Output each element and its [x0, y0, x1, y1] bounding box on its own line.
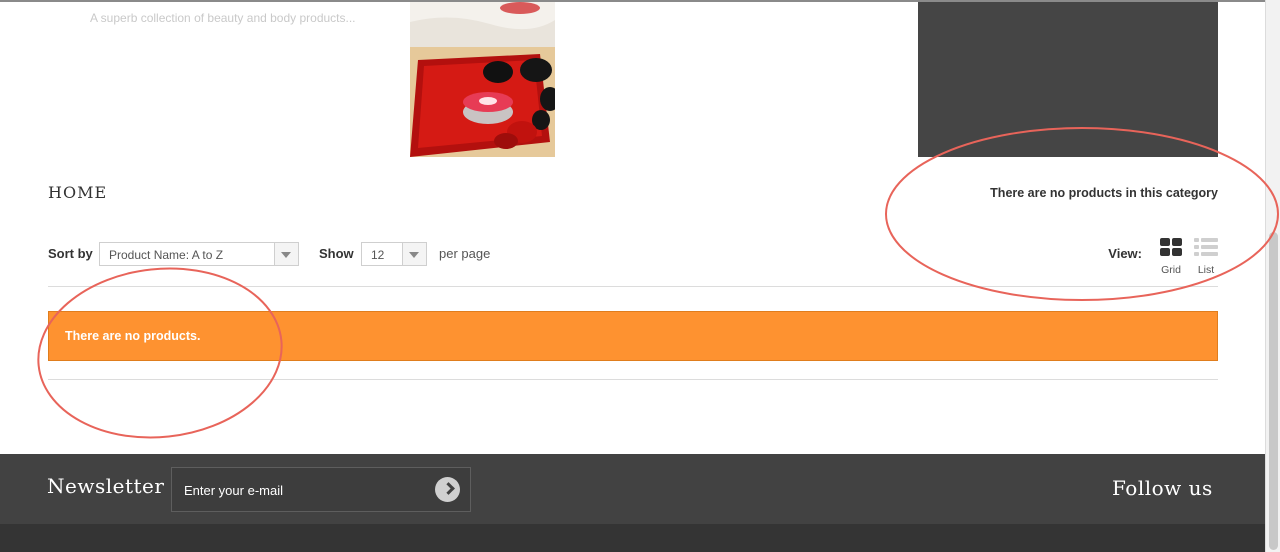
- list-view-icon: [1194, 238, 1218, 257]
- footer: Newsletter Follow us: [0, 454, 1266, 552]
- grid-view-label: Grid: [1161, 264, 1181, 276]
- newsletter-title: Newsletter: [47, 474, 165, 498]
- sort-by-select[interactable]: Product Name: A to Z: [99, 242, 299, 266]
- spa-banner-image[interactable]: [410, 2, 555, 157]
- list-view-label: List: [1197, 264, 1215, 276]
- chevron-down-icon[interactable]: [402, 243, 426, 265]
- site-tagline: A superb collection of beauty and body p…: [90, 11, 356, 25]
- divider: [48, 379, 1218, 380]
- sort-by-value: Product Name: A to Z: [109, 248, 224, 262]
- alert-message: There are no products.: [65, 329, 201, 343]
- no-products-alert: There are no products.: [48, 311, 1218, 361]
- arrow-right-circle-icon[interactable]: [435, 477, 460, 502]
- product-toolbar: Sort by Product Name: A to Z Show 12 per…: [48, 238, 1218, 276]
- category-empty-message: There are no products in this category: [990, 186, 1218, 200]
- newsletter-form: [171, 467, 471, 512]
- dark-banner: [918, 2, 1218, 157]
- page-scrollbar[interactable]: [1265, 0, 1280, 552]
- breadcrumb-home[interactable]: HOME: [48, 183, 107, 202]
- grid-view-icon: [1160, 238, 1182, 257]
- grid-view-button[interactable]: Grid: [1158, 238, 1184, 276]
- view-label: View:: [1108, 246, 1142, 261]
- per-page-label: per page: [439, 246, 491, 261]
- follow-us-title: Follow us: [1112, 476, 1213, 500]
- divider: [48, 286, 1218, 287]
- footer-bottom-bar: [0, 524, 1266, 552]
- show-label: Show: [319, 246, 354, 261]
- newsletter-email-input[interactable]: [184, 481, 424, 499]
- scrollbar-thumb[interactable]: [1269, 232, 1278, 550]
- spa-stones-candle-picture: [410, 2, 555, 157]
- list-view-button[interactable]: List: [1193, 238, 1219, 276]
- show-count-value: 12: [371, 248, 385, 262]
- sort-by-label: Sort by: [48, 246, 93, 261]
- show-count-select[interactable]: 12: [361, 242, 427, 266]
- chevron-down-icon[interactable]: [274, 243, 298, 265]
